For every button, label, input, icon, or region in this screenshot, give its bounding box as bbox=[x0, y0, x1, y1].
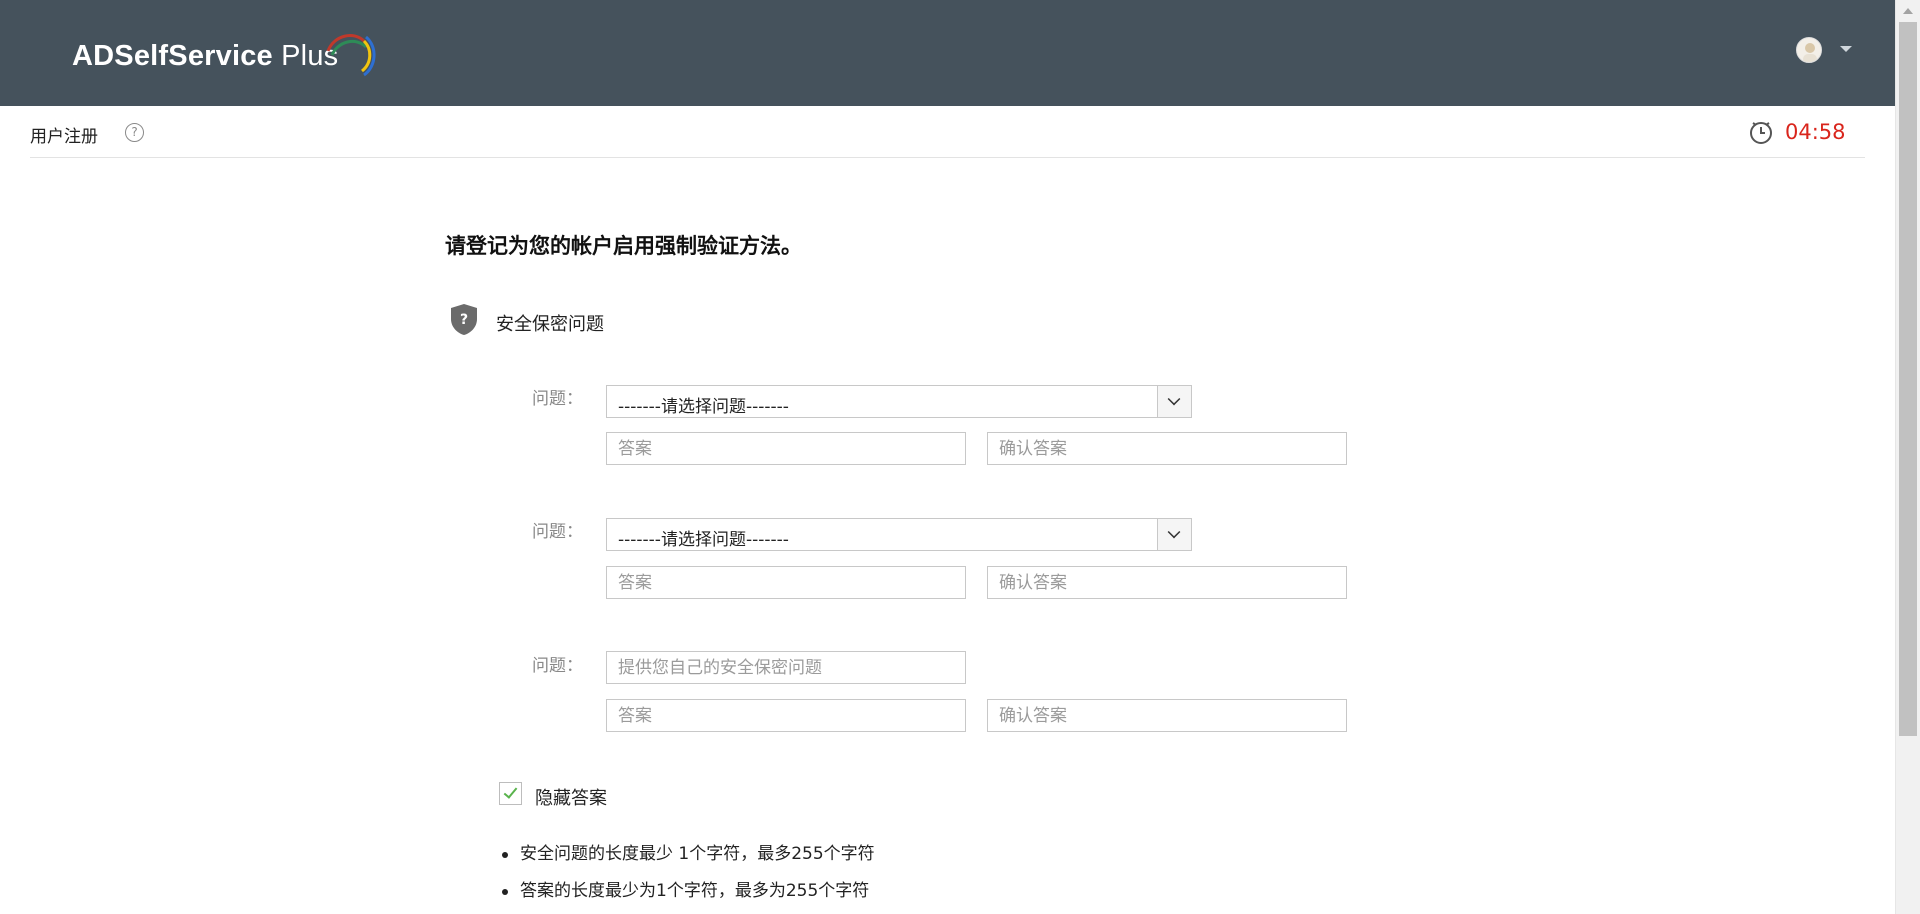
list-item: 安全问题的长度最少 1个字符，最多255个字符 bbox=[500, 843, 875, 880]
scroll-up-arrow-icon[interactable] bbox=[1903, 8, 1913, 14]
question-select[interactable]: -------请选择问题------- bbox=[606, 518, 1192, 551]
shield-question-icon: ? bbox=[451, 304, 477, 335]
custom-question-field[interactable] bbox=[606, 651, 966, 684]
page-heading: 请登记为您的帐户启用强制验证方法。 bbox=[445, 234, 802, 258]
list-item: 答案的长度最少为1个字符，最多为255个字符 bbox=[500, 880, 875, 914]
app-logo-text: ADSelfService Plus bbox=[72, 40, 338, 73]
answer-field[interactable] bbox=[606, 699, 966, 732]
dropdown-button[interactable] bbox=[1157, 519, 1191, 550]
page-scrollbar[interactable] bbox=[1895, 0, 1920, 914]
question-select-value: -------请选择问题------- bbox=[618, 530, 789, 550]
avatar-icon bbox=[1803, 43, 1817, 62]
confirm-answer-field[interactable] bbox=[987, 566, 1347, 599]
answer-field[interactable] bbox=[606, 432, 966, 465]
question-circle-icon[interactable]: ? bbox=[125, 123, 144, 142]
clock-icon bbox=[1750, 122, 1772, 144]
question-label: 问题： bbox=[532, 522, 583, 542]
caret-down-icon[interactable] bbox=[1840, 46, 1852, 52]
chevron-down-icon bbox=[1167, 525, 1181, 539]
checkmark-icon bbox=[503, 784, 518, 799]
question-select[interactable]: -------请选择问题------- bbox=[606, 385, 1192, 418]
logo-arc-icon bbox=[326, 34, 376, 77]
dropdown-button[interactable] bbox=[1157, 386, 1191, 417]
answer-field[interactable] bbox=[606, 566, 966, 599]
section-title: 安全保密问题 bbox=[496, 314, 604, 335]
question-label: 问题： bbox=[532, 656, 583, 676]
chevron-down-icon bbox=[1167, 392, 1181, 406]
question-label: 问题： bbox=[532, 389, 583, 409]
scroll-thumb[interactable] bbox=[1899, 22, 1917, 736]
confirm-answer-field[interactable] bbox=[987, 432, 1347, 465]
svg-text:?: ? bbox=[460, 312, 468, 328]
page-title: 用户注册 bbox=[30, 127, 98, 147]
user-avatar[interactable] bbox=[1796, 37, 1822, 63]
question-select-value: -------请选择问题------- bbox=[618, 397, 789, 417]
app-header: ADSelfService Plus bbox=[0, 0, 1895, 106]
app-name: ADSelfService bbox=[72, 40, 273, 72]
rules-list: 安全问题的长度最少 1个字符，最多255个字符 答案的长度最少为1个字符，最多为… bbox=[500, 843, 875, 914]
session-timer: 04:58 bbox=[1785, 120, 1846, 144]
page-toolbar: 用户注册 ? 04:58 bbox=[30, 106, 1865, 158]
hide-answers-label[interactable]: 隐藏答案 bbox=[535, 784, 607, 810]
hide-answers-checkbox[interactable] bbox=[499, 782, 522, 805]
confirm-answer-field[interactable] bbox=[987, 699, 1347, 732]
